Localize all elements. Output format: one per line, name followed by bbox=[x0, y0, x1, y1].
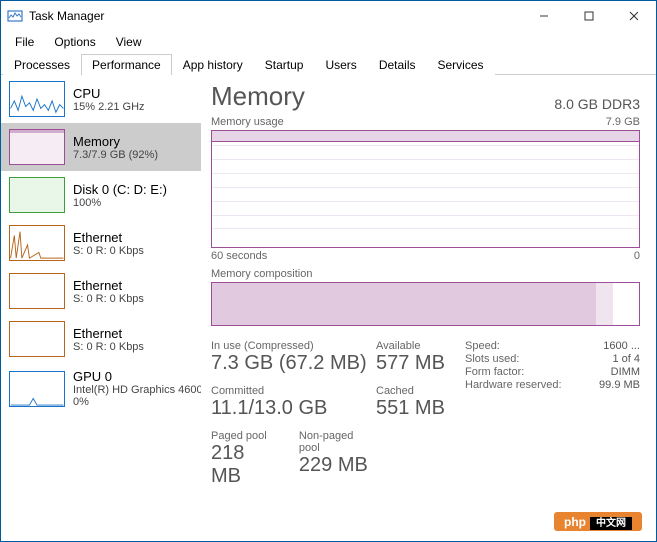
sidebar-item-memory[interactable]: Memory 7.3/7.9 GB (92%) bbox=[1, 123, 201, 171]
window-title: Task Manager bbox=[29, 9, 521, 23]
kv-key: Form factor: bbox=[465, 366, 576, 378]
usage-label: Memory usage bbox=[211, 116, 284, 128]
axis-left: 60 seconds bbox=[211, 250, 267, 262]
menubar: File Options View bbox=[1, 31, 656, 53]
kv-val: DIMM bbox=[584, 366, 640, 378]
main-panel: Memory 8.0 GB DDR3 Memory usage 7.9 GB 6… bbox=[201, 75, 656, 541]
kv-key: Slots used: bbox=[465, 353, 576, 365]
sidebar-item-label: CPU bbox=[73, 86, 145, 101]
kv-key: Speed: bbox=[465, 340, 576, 352]
badge-text-a: php bbox=[564, 515, 586, 529]
usage-max: 7.9 GB bbox=[606, 116, 640, 128]
disk-thumb-icon bbox=[9, 177, 65, 213]
paged-value: 218 MB bbox=[211, 442, 279, 488]
memory-usage-graph[interactable] bbox=[211, 130, 640, 248]
inuse-label: In use (Compressed) bbox=[211, 340, 376, 352]
available-label: Available bbox=[376, 340, 461, 352]
sidebar-item-ethernet-1[interactable]: Ethernet S: 0 R: 0 Kbps bbox=[1, 219, 201, 267]
sidebar-item-cpu[interactable]: CPU 15% 2.21 GHz bbox=[1, 75, 201, 123]
sidebar-item-sub: S: 0 R: 0 Kbps bbox=[73, 293, 144, 305]
sidebar-item-sub: 7.3/7.9 GB (92%) bbox=[73, 149, 158, 161]
tab-strip: Processes Performance App history Startu… bbox=[1, 53, 656, 75]
ethernet-thumb-icon bbox=[9, 321, 65, 357]
watermark-badge: php 中文网 bbox=[554, 512, 642, 531]
sidebar-item-disk[interactable]: Disk 0 (C: D: E:) 100% bbox=[1, 171, 201, 219]
kv-val: 99.9 MB bbox=[584, 379, 640, 391]
kv-val: 1 of 4 bbox=[584, 353, 640, 365]
available-value: 577 MB bbox=[376, 352, 461, 375]
menu-file[interactable]: File bbox=[5, 32, 44, 52]
memory-composition-graph[interactable] bbox=[211, 282, 640, 326]
sidebar-item-label: Ethernet bbox=[73, 230, 144, 245]
sidebar-item-label: Memory bbox=[73, 134, 158, 149]
ethernet-thumb-icon bbox=[9, 273, 65, 309]
window-controls bbox=[521, 1, 656, 31]
sidebar-item-label: GPU 0 bbox=[73, 369, 201, 384]
menu-options[interactable]: Options bbox=[44, 32, 105, 52]
kv-key: Hardware reserved: bbox=[465, 379, 576, 391]
nonpaged-label: Non-paged pool bbox=[299, 430, 376, 454]
ethernet-thumb-icon bbox=[9, 225, 65, 261]
tab-app-history[interactable]: App history bbox=[172, 54, 254, 75]
nonpaged-value: 229 MB bbox=[299, 454, 376, 477]
tab-startup[interactable]: Startup bbox=[254, 54, 315, 75]
badge-text-b: 中文网 bbox=[590, 517, 632, 530]
gpu-thumb-icon bbox=[9, 371, 65, 407]
tab-users[interactable]: Users bbox=[314, 54, 367, 75]
sidebar-item-sub: S: 0 R: 0 Kbps bbox=[73, 341, 144, 353]
axis-right: 0 bbox=[634, 250, 640, 262]
cached-value: 551 MB bbox=[376, 397, 461, 420]
memory-details-table: Speed: 1600 ... Slots used: 1 of 4 Form fa… bbox=[465, 340, 640, 391]
sidebar-item-gpu[interactable]: GPU 0 Intel(R) HD Graphics 4600 0% bbox=[1, 363, 201, 414]
close-button[interactable] bbox=[611, 1, 656, 31]
tab-processes[interactable]: Processes bbox=[3, 54, 81, 75]
committed-label: Committed bbox=[211, 385, 376, 397]
sidebar-item-sub: 100% bbox=[73, 197, 167, 209]
content-area: CPU 15% 2.21 GHz Memory 7.3/7.9 GB (92%)… bbox=[1, 75, 656, 541]
committed-value: 11.1/13.0 GB bbox=[211, 397, 376, 420]
kv-val: 1600 ... bbox=[584, 340, 640, 352]
composition-label: Memory composition bbox=[211, 268, 640, 280]
cached-label: Cached bbox=[376, 385, 461, 397]
sidebar-item-ethernet-3[interactable]: Ethernet S: 0 R: 0 Kbps bbox=[1, 315, 201, 363]
page-title: Memory bbox=[211, 81, 305, 112]
sidebar-item-label: Ethernet bbox=[73, 326, 144, 341]
menu-view[interactable]: View bbox=[106, 32, 152, 52]
sidebar-item-label: Ethernet bbox=[73, 278, 144, 293]
memory-spec: 8.0 GB DDR3 bbox=[554, 96, 640, 112]
performance-sidebar: CPU 15% 2.21 GHz Memory 7.3/7.9 GB (92%)… bbox=[1, 75, 201, 541]
tab-services[interactable]: Services bbox=[427, 54, 495, 75]
tab-details[interactable]: Details bbox=[368, 54, 427, 75]
inuse-value: 7.3 GB (67.2 MB) bbox=[211, 352, 376, 375]
tab-performance[interactable]: Performance bbox=[81, 54, 172, 75]
app-icon bbox=[7, 8, 23, 24]
sidebar-item-sub2: 0% bbox=[73, 396, 201, 408]
titlebar: Task Manager bbox=[1, 1, 656, 31]
sidebar-item-label: Disk 0 (C: D: E:) bbox=[73, 182, 167, 197]
maximize-button[interactable] bbox=[566, 1, 611, 31]
memory-thumb-icon bbox=[9, 129, 65, 165]
minimize-button[interactable] bbox=[521, 1, 566, 31]
paged-label: Paged pool bbox=[211, 430, 279, 442]
cpu-thumb-icon bbox=[9, 81, 65, 117]
sidebar-item-sub: 15% 2.21 GHz bbox=[73, 101, 145, 113]
sidebar-item-sub: S: 0 R: 0 Kbps bbox=[73, 245, 144, 257]
sidebar-item-ethernet-2[interactable]: Ethernet S: 0 R: 0 Kbps bbox=[1, 267, 201, 315]
sidebar-item-sub: Intel(R) HD Graphics 4600 bbox=[73, 384, 201, 396]
